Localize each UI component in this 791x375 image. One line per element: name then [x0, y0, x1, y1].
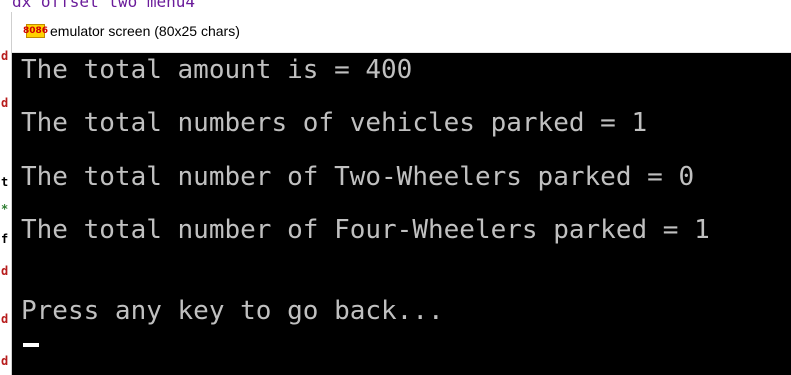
- output-line-total-vehicles: The total numbers of vehicles parked = 1: [21, 108, 648, 138]
- gutter-mark: d: [1, 264, 9, 278]
- output-line-press-key: Press any key to go back...: [21, 296, 444, 326]
- gutter-mark: f: [1, 232, 9, 246]
- emulator-screen[interactable]: The total amount is = 400 The total numb…: [12, 53, 791, 375]
- gutter-mark: t: [1, 175, 9, 189]
- output-line-two-wheelers: The total number of Two-Wheelers parked …: [21, 162, 695, 192]
- gutter-mark: d: [1, 312, 9, 326]
- editor-gutter: d d t * f d d d: [0, 0, 12, 375]
- output-line-total-amount: The total amount is = 400: [21, 55, 413, 85]
- gutter-mark: d: [1, 354, 9, 368]
- gutter-mark: *: [1, 202, 9, 216]
- editor-code-line: dx offset two menu4: [12, 0, 196, 11]
- title-bar[interactable]: 8086 emulator screen (80x25 chars): [12, 12, 791, 53]
- text-cursor: [23, 343, 39, 347]
- output-line-four-wheelers: The total number of Four-Wheelers parked…: [21, 215, 710, 245]
- desktop: dx offset two menu4 d d t * f d d d 8086…: [0, 0, 791, 375]
- emulator-app-icon: 8086: [23, 24, 48, 38]
- emulator-window[interactable]: 8086 emulator screen (80x25 chars) The t…: [12, 12, 791, 375]
- gutter-mark: d: [1, 49, 9, 63]
- gutter-mark: d: [1, 96, 9, 110]
- window-title: emulator screen (80x25 chars): [50, 23, 240, 39]
